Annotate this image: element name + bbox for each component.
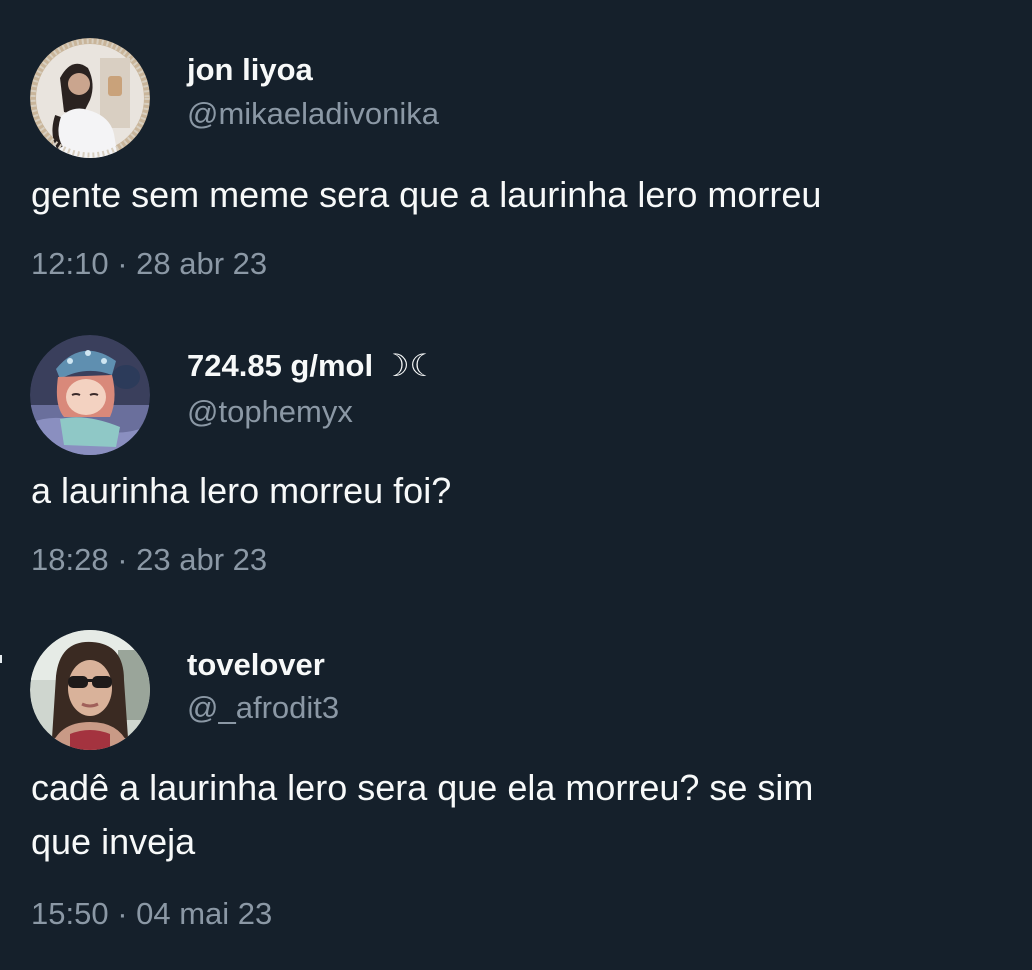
tweet-text: gente sem meme sera que a laurinha lero … (31, 174, 822, 215)
display-name[interactable]: tovelover (187, 647, 325, 683)
edge-artifact (0, 655, 2, 663)
tweet[interactable]: jon liyoa @mikaeladivonika gente sem mem… (0, 0, 1032, 300)
tweet-text: cadê a laurinha lero sera que ela morreu… (31, 767, 814, 862)
avatar[interactable] (30, 335, 150, 455)
avatar[interactable] (30, 630, 150, 750)
timestamp[interactable]: 15:50 · 04 mai 23 (31, 896, 272, 932)
avatar-photo-icon (30, 630, 150, 750)
timestamp[interactable]: 12:10 · 28 abr 23 (31, 246, 267, 282)
avatar-photo-icon (30, 38, 150, 158)
timestamp[interactable]: 18:28 · 23 abr 23 (31, 542, 267, 578)
tweet[interactable]: 724.85 g/mol ☽☾ @tophemyx a laurinha ler… (0, 300, 1032, 600)
user-handle[interactable]: @_afrodit3 (187, 690, 339, 726)
display-name[interactable]: jon liyoa (187, 52, 313, 88)
user-handle[interactable]: @mikaeladivonika (187, 96, 439, 132)
tweet-text: a laurinha lero morreu foi? (31, 470, 452, 511)
tweet[interactable]: tovelover @_afrodit3 cadê a laurinha ler… (0, 600, 1032, 970)
avatar-anime-icon (30, 335, 150, 455)
avatar[interactable] (30, 38, 150, 158)
user-handle[interactable]: @tophemyx (187, 394, 353, 430)
display-name[interactable]: 724.85 g/mol ☽☾ (187, 348, 437, 384)
